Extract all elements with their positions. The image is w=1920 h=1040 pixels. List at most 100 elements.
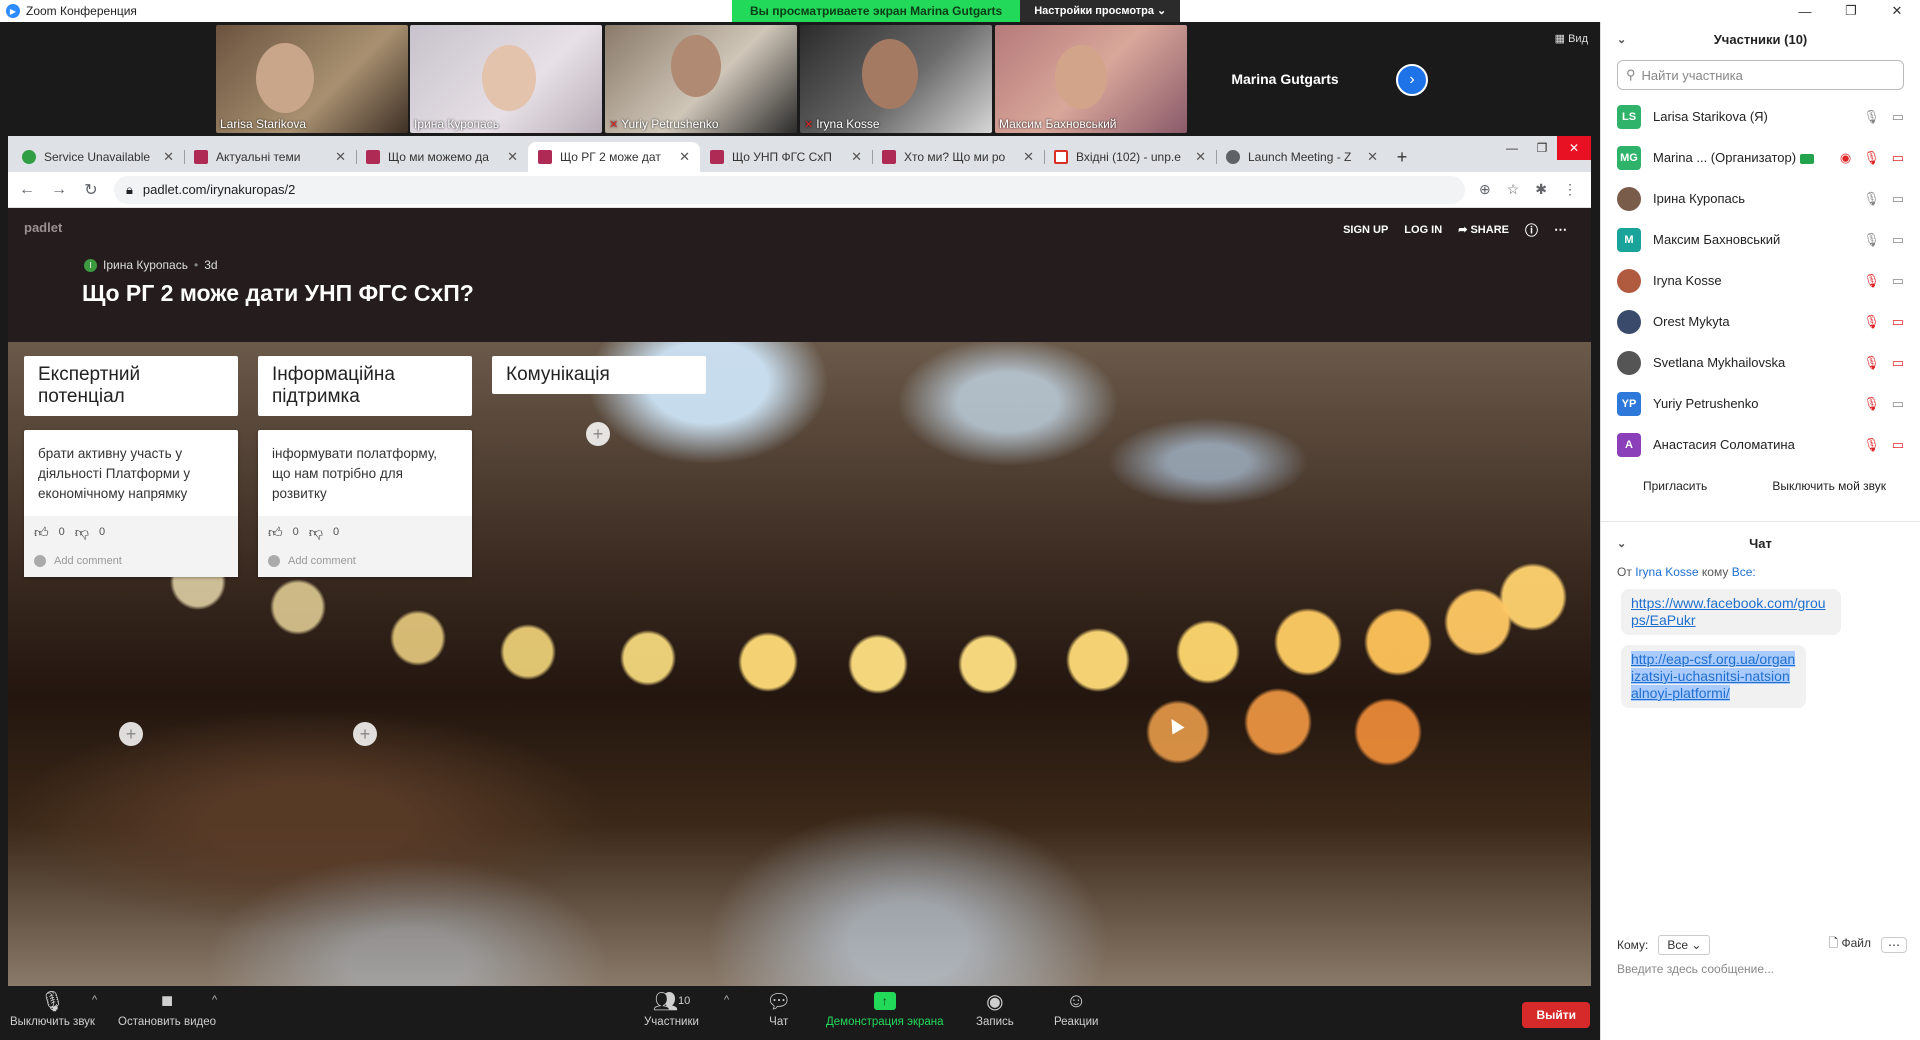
- new-tab-icon[interactable]: +: [1388, 142, 1416, 172]
- video-tile[interactable]: ✕ Iryna Kosse: [800, 25, 992, 133]
- close-tab-icon[interactable]: ✕: [1367, 149, 1378, 165]
- close-icon[interactable]: ✕: [1557, 136, 1591, 160]
- thumbs-up-icon[interactable]: 👍︎: [268, 524, 283, 541]
- video-tile[interactable]: Larisa Starikova: [216, 25, 408, 133]
- column-title[interactable]: Інформаційна підтримка: [258, 356, 472, 416]
- forward-icon[interactable]: →: [50, 181, 68, 199]
- microphone-muted-icon[interactable]: 🎙︎: [1863, 314, 1880, 330]
- close-icon[interactable]: ✕: [1874, 0, 1920, 22]
- close-tab-icon[interactable]: ✕: [679, 149, 690, 165]
- participant-item[interactable]: M Максим Бахновський 🎙︎ ▭: [1601, 219, 1920, 260]
- chevron-up-icon[interactable]: ^: [724, 994, 729, 1006]
- add-post-button[interactable]: +: [586, 422, 610, 446]
- reload-icon[interactable]: ↻: [82, 180, 100, 200]
- browser-tab[interactable]: Вхідні (102) - unp.e ✕: [1044, 142, 1216, 172]
- column-title[interactable]: Експертний потенціал: [24, 356, 238, 416]
- login-link[interactable]: LOG IN: [1404, 224, 1442, 236]
- video-tile[interactable]: ✕ Yuriy Petrushenko: [605, 25, 797, 133]
- browser-tab[interactable]: Що ми можемо да ✕: [356, 142, 528, 172]
- install-icon[interactable]: ⊕: [1479, 181, 1491, 198]
- camera-off-icon[interactable]: ▭: [1892, 355, 1904, 371]
- video-tile[interactable]: Ірина Куропась: [410, 25, 602, 133]
- chat-message-link[interactable]: https://www.facebook.com/groups/EaPukr: [1621, 589, 1841, 635]
- chevron-up-icon[interactable]: ^: [92, 994, 97, 1006]
- camera-icon[interactable]: ▭: [1892, 232, 1904, 248]
- thumbs-up-icon[interactable]: 👍︎: [34, 524, 49, 541]
- camera-icon[interactable]: ▭: [1892, 191, 1904, 207]
- participant-search-input[interactable]: ⚲ Найти участника: [1617, 60, 1904, 90]
- participant-item[interactable]: LS Larisa Starikova (Я) 🎙︎ ▭: [1601, 96, 1920, 137]
- record-button[interactable]: ◉ Запись: [976, 990, 1014, 1029]
- close-tab-icon[interactable]: ✕: [851, 149, 862, 165]
- view-button[interactable]: ▦ Вид: [1555, 32, 1588, 45]
- microphone-muted-icon[interactable]: 🎙︎: [1863, 396, 1880, 412]
- chat-input[interactable]: Введите здесь сообщение...: [1617, 962, 1774, 976]
- microphone-icon[interactable]: 🎙︎: [1863, 109, 1880, 125]
- chevron-down-icon[interactable]: ⌄: [1617, 33, 1626, 46]
- browser-tab[interactable]: Актуальні теми ✕: [184, 142, 356, 172]
- next-page-icon[interactable]: ›: [1396, 64, 1428, 96]
- close-tab-icon[interactable]: ✕: [163, 149, 174, 165]
- post-card[interactable]: брати активну участь у діяльності Платфо…: [24, 429, 238, 577]
- chevron-up-icon[interactable]: ^: [212, 994, 217, 1006]
- close-tab-icon[interactable]: ✕: [1195, 149, 1206, 165]
- back-icon[interactable]: ←: [18, 181, 36, 199]
- padlet-logo[interactable]: padlet: [24, 220, 62, 235]
- restore-icon[interactable]: ❐: [1527, 136, 1557, 160]
- mute-self-button[interactable]: Выключить мой звук: [1764, 473, 1894, 499]
- close-tab-icon[interactable]: ✕: [507, 149, 518, 165]
- microphone-muted-icon[interactable]: 🎙︎: [1863, 437, 1880, 453]
- participant-item[interactable]: Iryna Kosse 🎙︎ ▭: [1601, 260, 1920, 301]
- camera-off-icon[interactable]: ▭: [1892, 314, 1904, 330]
- menu-icon[interactable]: ⋮: [1563, 181, 1577, 198]
- share-button[interactable]: ➦ SHARE: [1458, 223, 1509, 236]
- help-icon[interactable]: ⓘ: [1525, 220, 1538, 239]
- participant-item[interactable]: Ірина Куропась 🎙︎ ▭: [1601, 178, 1920, 219]
- column-title[interactable]: Комунікація: [492, 356, 706, 394]
- participant-item[interactable]: YP Yuriy Petrushenko 🎙︎ ▭: [1601, 383, 1920, 424]
- close-tab-icon[interactable]: ✕: [335, 149, 346, 165]
- microphone-icon[interactable]: 🎙︎: [1863, 191, 1880, 207]
- microphone-muted-icon[interactable]: 🎙︎: [1863, 355, 1880, 371]
- more-icon[interactable]: ⋯: [1554, 222, 1567, 238]
- recipient-select[interactable]: Все ⌄: [1658, 934, 1711, 955]
- more-icon[interactable]: ⋯: [1881, 936, 1907, 953]
- share-screen-button[interactable]: ↑ Демонстрация экрана: [826, 990, 944, 1028]
- active-speaker-tile[interactable]: Marina Gutgarts: [1190, 25, 1380, 133]
- camera-off-icon[interactable]: ▭: [1892, 437, 1904, 453]
- star-icon[interactable]: ☆: [1507, 181, 1520, 198]
- extension-icon[interactable]: ✱: [1535, 181, 1547, 198]
- minimize-icon[interactable]: —: [1782, 0, 1828, 22]
- camera-off-icon[interactable]: ▭: [1892, 150, 1904, 166]
- video-tile[interactable]: Максим Бахновський: [995, 25, 1187, 133]
- participant-item[interactable]: MG Marina ... (Организатор) ◉ 🎙︎ ▭: [1601, 137, 1920, 178]
- browser-tab[interactable]: Service Unavailable ✕: [12, 142, 184, 172]
- browser-tab[interactable]: Launch Meeting - Z ✕: [1216, 142, 1388, 172]
- chevron-down-icon[interactable]: ⌄: [1617, 537, 1626, 550]
- add-comment[interactable]: Add comment: [34, 554, 228, 567]
- microphone-icon[interactable]: 🎙︎: [1863, 232, 1880, 248]
- signup-link[interactable]: SIGN UP: [1343, 224, 1388, 236]
- chat-message-link[interactable]: http://eap-csf.org.ua/organizatsiyi-ucha…: [1621, 645, 1806, 708]
- shared-screen[interactable]: Service Unavailable ✕ Актуальні теми ✕ Щ…: [8, 136, 1591, 986]
- chat-button[interactable]: 💬︎ Чат: [766, 990, 791, 1029]
- camera-icon[interactable]: ▭: [1892, 273, 1904, 289]
- post-card[interactable]: інформувати полатформу, що нам потрібно …: [258, 429, 472, 577]
- participant-item[interactable]: Svetlana Mykhailovska 🎙︎ ▭: [1601, 342, 1920, 383]
- browser-tab[interactable]: Хто ми? Що ми ро ✕: [872, 142, 1044, 172]
- browser-tab-active[interactable]: Що РГ 2 може дат ✕: [528, 142, 700, 172]
- participant-item[interactable]: Orest Mykyta 🎙︎ ▭: [1601, 301, 1920, 342]
- invite-button[interactable]: Пригласить: [1635, 473, 1715, 499]
- url-input[interactable]: 🔒︎ padlet.com/irynakuropas/2: [114, 175, 1465, 204]
- reactions-button[interactable]: ☺ Реакции: [1054, 990, 1098, 1029]
- thumbs-down-icon[interactable]: 👎︎: [75, 524, 89, 541]
- add-post-button[interactable]: +: [119, 722, 143, 746]
- restore-icon[interactable]: ❐: [1828, 0, 1874, 22]
- leave-button[interactable]: Выйти: [1522, 1002, 1590, 1028]
- close-tab-icon[interactable]: ✕: [1023, 149, 1034, 165]
- file-button[interactable]: 🗋︎ Файл: [1829, 934, 1872, 955]
- participants-button[interactable]: 👥︎ 10 Участники: [644, 990, 699, 1029]
- browser-tab[interactable]: Що УНП ФГС СхП ✕: [700, 142, 872, 172]
- thumbs-down-icon[interactable]: 👎︎: [309, 524, 323, 541]
- camera-icon[interactable]: ▭: [1892, 109, 1904, 125]
